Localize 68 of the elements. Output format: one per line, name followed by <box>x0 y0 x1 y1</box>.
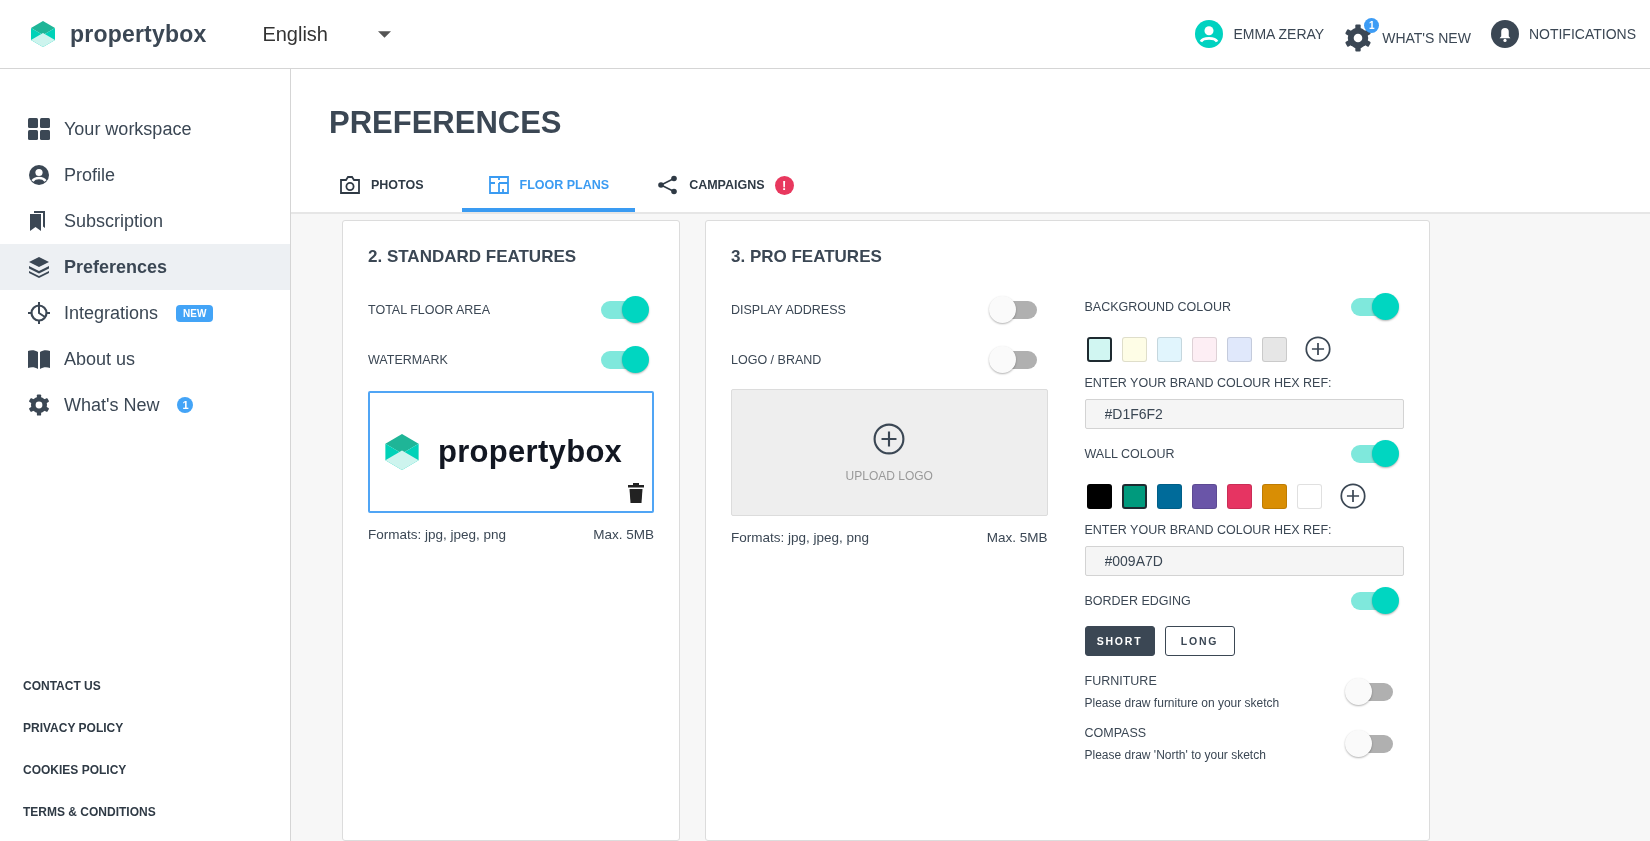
edging-option-button[interactable]: LONG <box>1164 626 1235 656</box>
toggle-label: DISPLAY ADDRESS <box>731 303 846 317</box>
new-badge: NEW <box>176 304 214 322</box>
count-badge: 1 <box>177 397 194 413</box>
cube-logo-icon <box>30 20 56 48</box>
edging-option-button[interactable]: SHORT <box>1084 626 1155 656</box>
user-menu-button[interactable]: EMMA ZERAY <box>1195 20 1325 48</box>
camera-icon <box>339 175 361 195</box>
plus-circle-icon <box>873 422 906 455</box>
max-size-text: Max. 5MB <box>593 527 654 542</box>
colour-swatch[interactable] <box>1121 483 1147 509</box>
toggle-label: BORDER EDGING <box>1084 594 1191 608</box>
plus-circle-icon[interactable] <box>1304 336 1331 362</box>
sidebar-item[interactable]: Integrations NEW <box>0 290 290 336</box>
upload-logo-label: UPLOAD LOGO <box>845 468 933 483</box>
footer-link[interactable]: PRIVACY POLICY <box>23 721 290 735</box>
footer-link[interactable]: TERMS & CONDITIONS <box>23 805 290 819</box>
logo-text: propertybox <box>438 434 623 470</box>
sidebar-item[interactable]: What's New 1 <box>0 382 290 428</box>
count-badge: 1 <box>1364 18 1380 33</box>
user-avatar-icon <box>1195 20 1224 48</box>
whats-new-button[interactable]: 1 WHAT'S NEW <box>1344 16 1471 52</box>
book-icon <box>28 348 50 370</box>
toggle-label: FURNITURE <box>1084 674 1158 688</box>
sidebar-item[interactable]: Profile <box>0 152 290 198</box>
notifications-button[interactable]: NOTIFICATIONS <box>1490 20 1636 48</box>
caret-icon <box>378 30 391 38</box>
toggle-label: WATERMARK <box>368 353 448 367</box>
logo-text[interactable]: propertybox <box>70 20 207 48</box>
hex-input-field[interactable]: #009A7D <box>1084 546 1404 576</box>
sidebar-item[interactable]: Subscription <box>0 198 290 244</box>
floor-plan-icon <box>487 175 510 195</box>
hex-input-field[interactable]: #D1F6F2 <box>1084 399 1404 429</box>
share-icon <box>657 175 680 195</box>
layers-icon <box>28 256 50 278</box>
sidebar-item[interactable]: Preferences <box>0 244 290 290</box>
user-icon <box>28 164 50 186</box>
toggle-label: COMPASS <box>1084 726 1148 740</box>
page-title: PREFERENCES <box>329 105 563 141</box>
trash-icon[interactable] <box>628 483 644 503</box>
formats-text: Formats: jpg, jpeg, png <box>731 530 870 545</box>
toggle-label: LOGO / BRAND <box>731 353 822 367</box>
alert-badge: ! <box>774 175 794 195</box>
toggle-label: BACKGROUND COLOUR <box>1084 300 1232 314</box>
toggle-label: TOTAL FLOOR AREA <box>368 303 491 317</box>
max-size-text: Max. 5MB <box>986 530 1048 545</box>
footer-link[interactable]: COOKIES POLICY <box>23 763 290 777</box>
sidebar-item[interactable]: Your workspace <box>0 106 290 152</box>
sidebar-item[interactable]: About us <box>0 336 290 382</box>
toggle-description: Please draw furniture on your sketch <box>1084 696 1280 710</box>
formats-text: Formats: jpg, jpeg, png <box>368 527 507 542</box>
plus-circle-icon[interactable] <box>1339 483 1366 509</box>
grid-icon <box>28 118 50 140</box>
toggle-description: Please draw 'North' to your sketch <box>1084 748 1266 762</box>
hex-label: ENTER YOUR BRAND COLOUR HEX REF: <box>1084 376 1333 390</box>
tab[interactable]: PHOTOS <box>339 175 462 212</box>
toggle-label: WALL COLOUR <box>1084 447 1175 461</box>
footer-link[interactable]: CONTACT US <box>23 679 290 693</box>
bell-icon <box>1490 20 1519 48</box>
card-title: 2. STANDARD FEATURES <box>368 247 578 267</box>
gear-icon <box>28 394 50 416</box>
card-title: 3. PRO FEATURES <box>731 247 883 267</box>
colour-swatch[interactable] <box>1086 336 1112 362</box>
cube-logo-icon <box>384 432 420 472</box>
watermark-preview[interactable]: propertybox <box>368 391 654 513</box>
hex-label: ENTER YOUR BRAND COLOUR HEX REF: <box>1084 523 1333 537</box>
language-dropdown[interactable]: English <box>262 22 391 46</box>
tab[interactable]: CAMPAIGNS ! <box>635 175 816 212</box>
